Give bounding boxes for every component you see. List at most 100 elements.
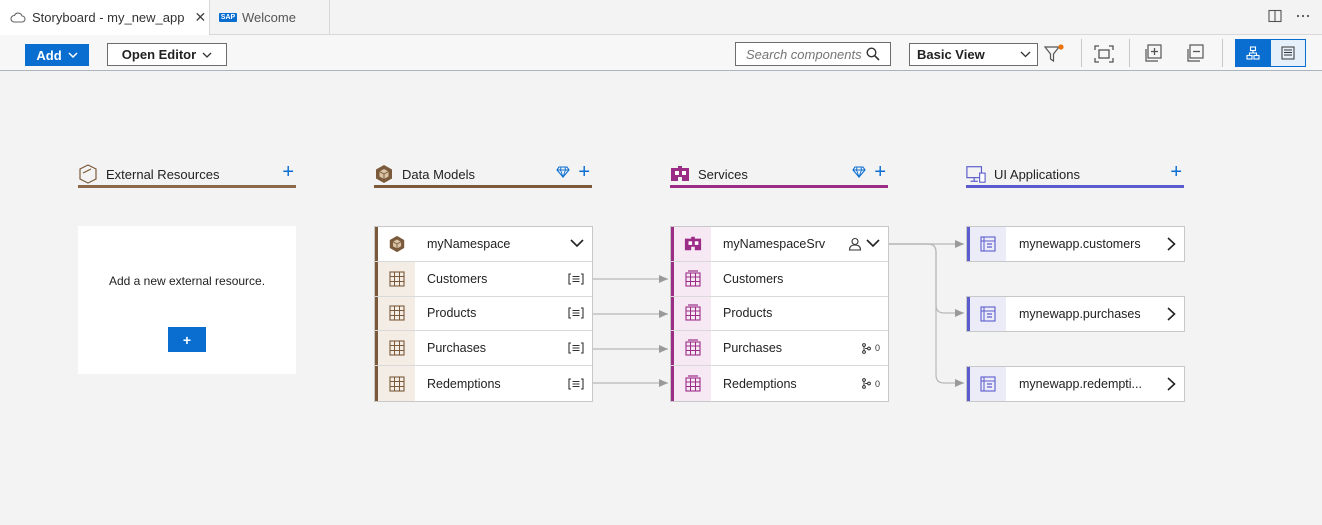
- ui-app-card[interactable]: mynewapp.customers: [966, 226, 1185, 262]
- chevron-right-icon[interactable]: [1167, 307, 1176, 321]
- column-title: UI Applications: [994, 166, 1080, 182]
- ui-app-label: mynewapp.purchases: [1019, 307, 1141, 321]
- view-select[interactable]: Basic View: [909, 43, 1038, 66]
- diamond-icon[interactable]: [556, 166, 571, 178]
- tab-storyboard[interactable]: Storyboard - my_new_app ✕: [0, 0, 210, 35]
- chevron-down-icon[interactable]: [866, 239, 880, 248]
- row-stripe: [375, 261, 378, 296]
- row-stripe: [375, 296, 378, 331]
- service-entity-row[interactable]: Customers: [671, 261, 888, 297]
- row-stripe: [671, 296, 674, 331]
- chevron-down-icon[interactable]: [570, 239, 584, 248]
- column-underline: [670, 185, 888, 188]
- ui-app-card[interactable]: mynewapp.purchases: [966, 296, 1185, 332]
- ui-app-label: mynewapp.customers: [1019, 237, 1141, 251]
- toolbar-divider: [1222, 39, 1223, 67]
- row-stripe: [375, 366, 378, 401]
- namespace-row[interactable]: myNamespace: [375, 227, 592, 262]
- entity-label: Products: [427, 306, 477, 321]
- search-field[interactable]: [735, 42, 891, 66]
- editor-tab-bar: Storyboard - my_new_app ✕ SAP Welcome: [0, 0, 1322, 35]
- service-row[interactable]: myNamespaceSrv: [671, 227, 888, 262]
- filter-button[interactable]: [1042, 43, 1066, 65]
- add-external-resource-button[interactable]: +: [282, 162, 294, 182]
- close-icon[interactable]: ✕: [194, 9, 206, 26]
- chevron-right-icon[interactable]: [1167, 237, 1176, 251]
- ui-app-card[interactable]: mynewapp.redempti...: [966, 366, 1185, 402]
- action-count[interactable]: 0: [862, 342, 880, 354]
- row-stripe: [671, 366, 674, 401]
- chevron-right-icon[interactable]: [1167, 377, 1176, 391]
- entity-details-icon[interactable]: [568, 342, 584, 354]
- row-stripe: [967, 227, 970, 261]
- chevron-down-icon: [1020, 51, 1031, 58]
- collapse-all-button[interactable]: [1183, 43, 1207, 65]
- column-underline: [78, 185, 296, 188]
- entity-details-icon[interactable]: [568, 307, 584, 320]
- tab-label: Storyboard - my_new_app: [32, 10, 185, 25]
- entity-row[interactable]: Redemptions: [375, 366, 592, 401]
- expand-all-icon: [1145, 44, 1162, 62]
- add-button[interactable]: Add: [25, 44, 89, 66]
- search-icon[interactable]: [866, 47, 880, 61]
- ui-app-icon: [970, 297, 1006, 331]
- user-icon[interactable]: [848, 237, 862, 251]
- diamond-icon[interactable]: [852, 166, 867, 178]
- list-view-toggle[interactable]: [1270, 39, 1306, 67]
- column-title: Data Models: [402, 166, 475, 182]
- add-service-button[interactable]: +: [874, 162, 886, 182]
- service-icon: [674, 227, 711, 261]
- entity-label: Purchases: [723, 341, 783, 356]
- entity-row[interactable]: Products: [375, 296, 592, 332]
- services-header: Services +: [670, 160, 888, 188]
- open-editor-button[interactable]: Open Editor: [107, 43, 227, 66]
- entity-label: Redemptions: [427, 376, 501, 391]
- service-entity-row[interactable]: Products: [671, 296, 888, 332]
- toolbar-divider: [1081, 39, 1082, 67]
- column-underline: [374, 185, 592, 188]
- more-actions-icon[interactable]: [1296, 9, 1310, 26]
- empty-state-message: Add a new external resource.: [108, 274, 266, 288]
- action-count-value: 0: [874, 378, 880, 389]
- column-title: External Resources: [106, 166, 220, 182]
- collapse-all-icon: [1187, 44, 1204, 62]
- entity-set-icon: [674, 296, 711, 331]
- data-model-icon: [374, 164, 394, 184]
- action-icon: [862, 378, 871, 389]
- open-editor-label: Open Editor: [121, 47, 197, 62]
- add-data-model-button[interactable]: +: [578, 162, 590, 182]
- table-icon: [378, 366, 415, 401]
- entity-row[interactable]: Customers: [375, 261, 592, 297]
- table-icon: [378, 331, 415, 366]
- table-icon: [378, 261, 415, 296]
- ui-app-icon: [970, 367, 1006, 401]
- entity-row[interactable]: Purchases: [375, 331, 592, 367]
- service-entity-row[interactable]: Redemptions 0: [671, 366, 888, 401]
- entity-label: Customers: [427, 271, 488, 286]
- tab-welcome[interactable]: SAP Welcome: [210, 0, 330, 35]
- expand-all-button[interactable]: [1141, 43, 1165, 65]
- storyboard-toolbar: Add Open Editor Basic View: [0, 35, 1322, 71]
- graph-view-toggle[interactable]: [1235, 39, 1271, 67]
- row-stripe: [671, 331, 674, 366]
- data-model-card: myNamespace Customers Products Purchases: [374, 226, 593, 402]
- fit-to-screen-button[interactable]: [1092, 43, 1116, 65]
- editor-actions: [1268, 9, 1310, 26]
- service-entity-row[interactable]: Purchases 0: [671, 331, 888, 367]
- add-ui-application-button[interactable]: +: [1170, 162, 1182, 182]
- search-input[interactable]: [746, 46, 866, 62]
- add-external-resource-card-button[interactable]: +: [168, 327, 206, 352]
- add-button-label: Add: [36, 47, 62, 63]
- ui-app-icon: [970, 227, 1006, 261]
- entity-set-icon: [674, 261, 711, 296]
- view-select-value: Basic View: [917, 47, 985, 62]
- tab-label: Welcome: [242, 10, 296, 25]
- action-count[interactable]: 0: [862, 378, 880, 389]
- entity-details-icon[interactable]: [568, 273, 584, 285]
- split-editor-icon[interactable]: [1268, 9, 1282, 26]
- service-label: myNamespaceSrv: [723, 236, 826, 251]
- action-count-value: 0: [874, 343, 880, 354]
- chevron-down-icon: [68, 52, 78, 58]
- row-stripe: [967, 367, 970, 401]
- entity-details-icon[interactable]: [568, 378, 584, 390]
